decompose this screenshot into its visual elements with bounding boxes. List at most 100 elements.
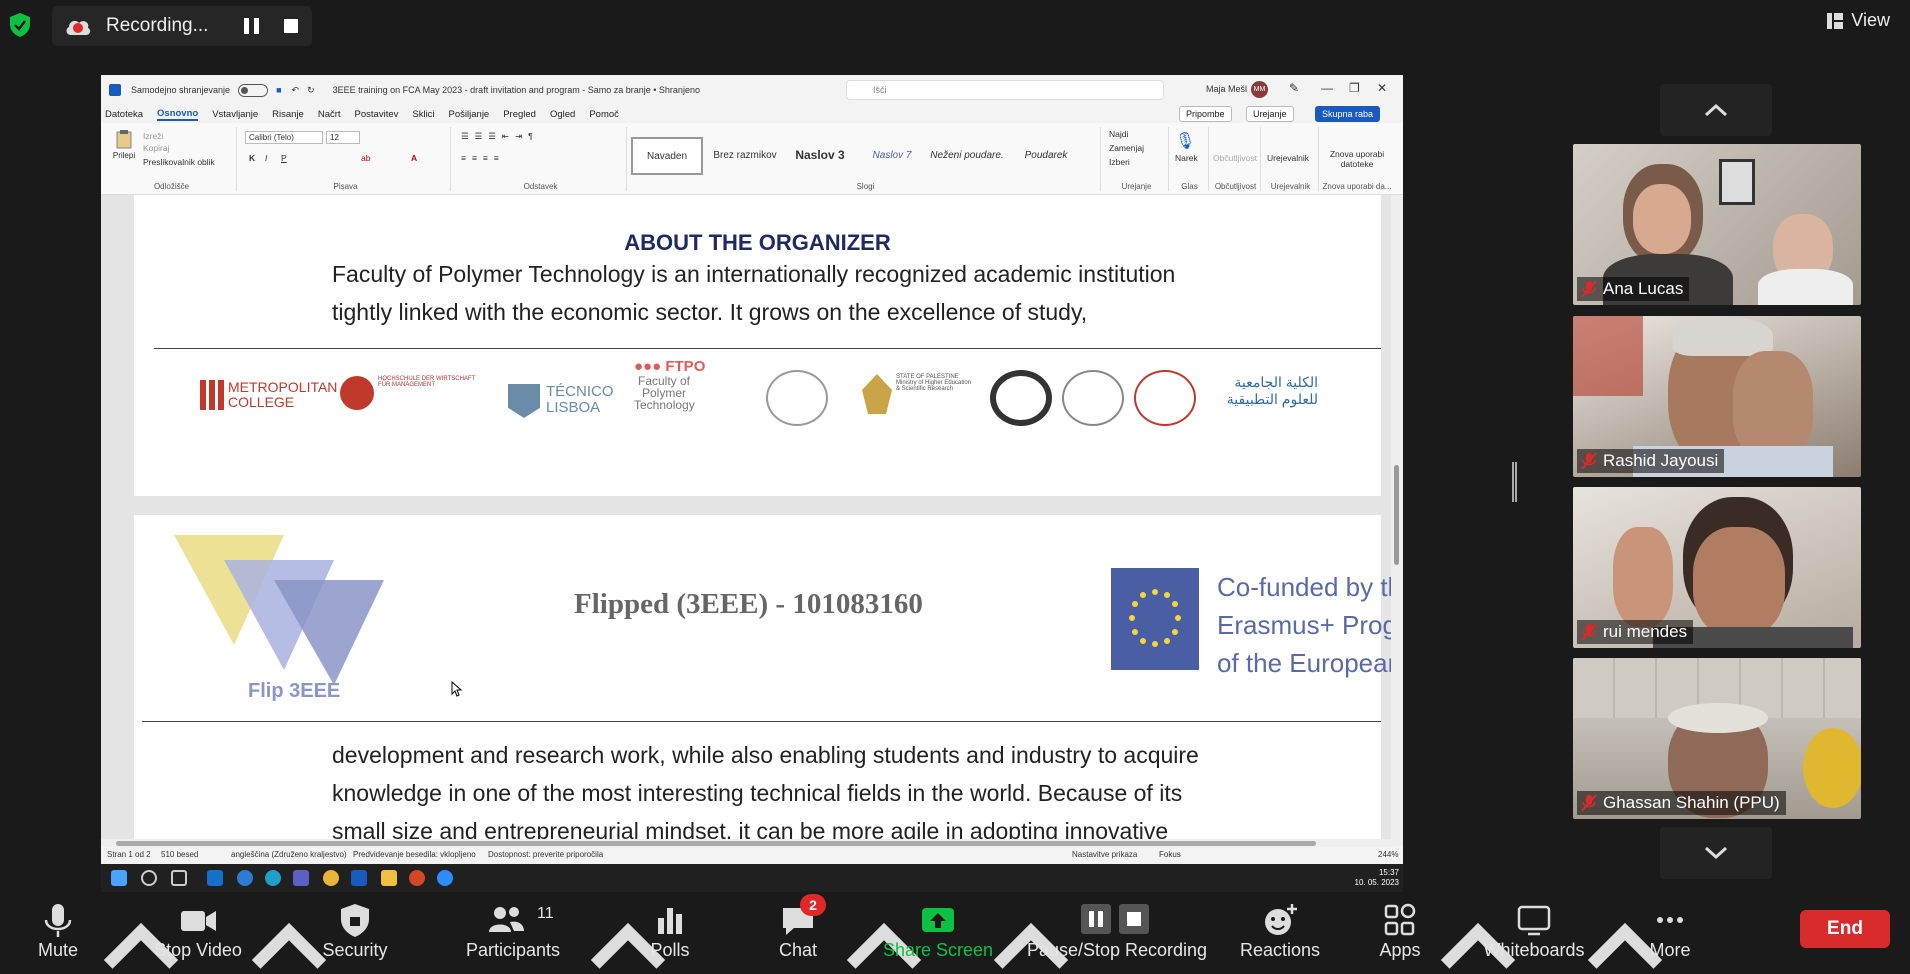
style-subtle-emphasis[interactable]: Neženi poudare. <box>927 137 1007 175</box>
apps-button[interactable]: Apps <box>1358 892 1442 974</box>
reactions-button[interactable]: Reactions <box>1230 892 1330 974</box>
end-meeting-button[interactable]: End <box>1800 910 1890 948</box>
participant-name-label: Ghassan Shahin (PPU) <box>1577 791 1786 815</box>
style-heading-3[interactable]: Naslov 3 <box>785 137 855 175</box>
text-highlight-icon[interactable]: ab <box>361 153 370 163</box>
stop-video-button[interactable]: Stop Video <box>140 892 256 974</box>
taskbar-search-icon[interactable] <box>141 870 157 886</box>
vertical-scrollbar[interactable] <box>1391 195 1403 846</box>
copy-button[interactable]: Kopiraj <box>143 143 169 153</box>
undo-icon[interactable]: ↶ <box>292 85 300 96</box>
menu-file[interactable]: Datoteka <box>105 109 143 120</box>
style-normal[interactable]: Navaden <box>631 137 703 175</box>
font-name-select[interactable]: Calibri (Telo) <box>245 131 323 144</box>
status-prediction[interactable]: Predvidevanje besedila: vklopljeno <box>353 850 476 859</box>
status-words[interactable]: 510 besed <box>161 850 198 859</box>
status-focus[interactable]: Fokus <box>1159 850 1181 859</box>
reuse-files-button[interactable]: Znova uporabi datoteke <box>1323 149 1391 169</box>
microphone-icon[interactable]: 🎙 <box>1175 131 1195 151</box>
paste-button[interactable]: Prilepi <box>111 129 137 169</box>
comments-button[interactable]: Pripombe <box>1179 106 1232 122</box>
polls-button[interactable]: Polls <box>630 892 710 974</box>
mute-button[interactable]: Mute <box>18 892 98 974</box>
style-no-spacing[interactable]: Brez razmikov <box>707 137 783 175</box>
view-button[interactable]: View <box>1827 10 1890 31</box>
document-canvas[interactable]: ABOUT THE ORGANIZER Faculty of Polymer T… <box>101 195 1403 846</box>
word-user-avatar[interactable]: MM <box>1251 81 1268 98</box>
menu-review[interactable]: Pregled <box>503 109 536 120</box>
windows-start-icon[interactable] <box>111 870 127 886</box>
underline-button[interactable]: P <box>281 153 287 163</box>
menu-insert[interactable]: Vstavljanje <box>212 109 258 120</box>
participants-icon <box>489 907 525 932</box>
align-buttons-icon[interactable]: ≡≡≡≡ <box>461 153 505 163</box>
word-search-input[interactable]: Išči <box>846 80 1164 100</box>
italic-button[interactable]: I <box>265 153 267 163</box>
share-button[interactable]: Skupna raba <box>1315 106 1381 122</box>
cut-button[interactable]: Izreži <box>143 131 163 141</box>
close-icon[interactable]: ✕ <box>1377 81 1387 95</box>
participant-tile[interactable]: rui mendes <box>1573 487 1861 648</box>
chat-button[interactable]: Chat <box>758 892 838 974</box>
status-language[interactable]: angleščina (Združeno kraljestvo) <box>231 850 347 859</box>
maximize-icon[interactable]: ❐ <box>1349 81 1360 95</box>
style-heading-7[interactable]: Naslov 7 <box>859 137 925 175</box>
gallery-page-up-button[interactable] <box>1660 84 1772 136</box>
edge-dev-icon[interactable] <box>265 870 281 886</box>
participant-tile[interactable]: Ana Lucas <box>1573 144 1861 305</box>
more-button[interactable]: More <box>1630 892 1710 974</box>
outlook-icon[interactable] <box>207 870 223 886</box>
file-explorer-icon[interactable] <box>381 870 397 886</box>
status-page[interactable]: Stran 1 od 2 <box>107 850 151 859</box>
menu-layout[interactable]: Postavitev <box>355 109 399 120</box>
stop-recording-button[interactable] <box>284 19 298 33</box>
save-icon[interactable]: ■ <box>276 85 281 95</box>
bold-button[interactable]: K <box>249 153 255 163</box>
font-color-icon[interactable]: A <box>411 153 417 163</box>
status-display-settings[interactable]: Nastavitve prikaza <box>1072 850 1137 859</box>
split-view-drag-handle[interactable] <box>1512 462 1517 502</box>
dictate-button[interactable]: Narek <box>1175 153 1198 163</box>
participant-tile[interactable]: Ghassan Shahin (PPU) <box>1573 658 1861 819</box>
task-view-icon[interactable] <box>171 870 187 886</box>
minimize-icon[interactable]: — <box>1321 81 1333 95</box>
participant-tile[interactable]: Rashid Jayousi <box>1573 316 1861 477</box>
find-button[interactable]: Najdi <box>1109 129 1128 139</box>
chrome-icon[interactable] <box>323 870 339 886</box>
font-size-select[interactable]: 12 <box>326 131 360 144</box>
editing-mode-button[interactable]: Urejanje <box>1246 106 1294 122</box>
teams-icon[interactable] <box>293 870 309 886</box>
edge-icon[interactable] <box>237 870 253 886</box>
select-button[interactable]: Izberi <box>1109 157 1130 167</box>
whiteboards-button[interactable]: Whiteboards <box>1470 892 1598 974</box>
vertical-scroll-thumb[interactable] <box>1394 465 1399 565</box>
word-taskbar-icon[interactable] <box>351 870 367 886</box>
style-emphasis[interactable]: Poudarek <box>1011 137 1081 175</box>
menu-references[interactable]: Sklici <box>412 109 434 120</box>
replace-button[interactable]: Zamenjaj <box>1109 143 1144 153</box>
menu-help[interactable]: Pomoč <box>589 109 619 120</box>
status-accessibility[interactable]: Dostopnost: preverite priporočila <box>488 850 603 859</box>
taskbar-clock[interactable]: 15:37 10. 05. 2023 <box>1355 868 1399 888</box>
share-screen-button[interactable]: Share Screen <box>878 892 998 974</box>
pause-recording-button[interactable] <box>244 18 260 34</box>
pause-stop-recording-button[interactable]: Pause/Stop Recording <box>1020 892 1214 974</box>
menu-design[interactable]: Načrt <box>318 109 341 120</box>
menu-draw[interactable]: Risanje <box>272 109 304 120</box>
redo-icon[interactable]: ↻ <box>307 85 315 96</box>
autosave-toggle[interactable] <box>238 83 269 97</box>
horizontal-scroll-thumb[interactable] <box>116 841 1316 846</box>
status-zoom[interactable]: 244% <box>1378 850 1398 859</box>
pen-icon[interactable]: ✎ <box>1289 81 1299 95</box>
security-button[interactable]: Security <box>305 892 405 974</box>
gallery-page-down-button[interactable] <box>1660 827 1772 879</box>
sensitivity-button[interactable]: Občutljivost <box>1213 153 1257 163</box>
zoom-taskbar-icon[interactable] <box>437 870 453 886</box>
editor-button[interactable]: Urejevalnik <box>1267 153 1309 163</box>
powerpoint-icon[interactable] <box>409 870 425 886</box>
list-buttons-icon[interactable]: ☰☰☰⇤⇥¶ <box>461 131 539 142</box>
menu-mailings[interactable]: Pošiljanje <box>449 109 490 120</box>
menu-home[interactable]: Osnovno <box>157 108 199 121</box>
format-painter-button[interactable]: Preslikovalnik oblik <box>143 157 215 167</box>
menu-view[interactable]: Ogled <box>550 109 575 120</box>
